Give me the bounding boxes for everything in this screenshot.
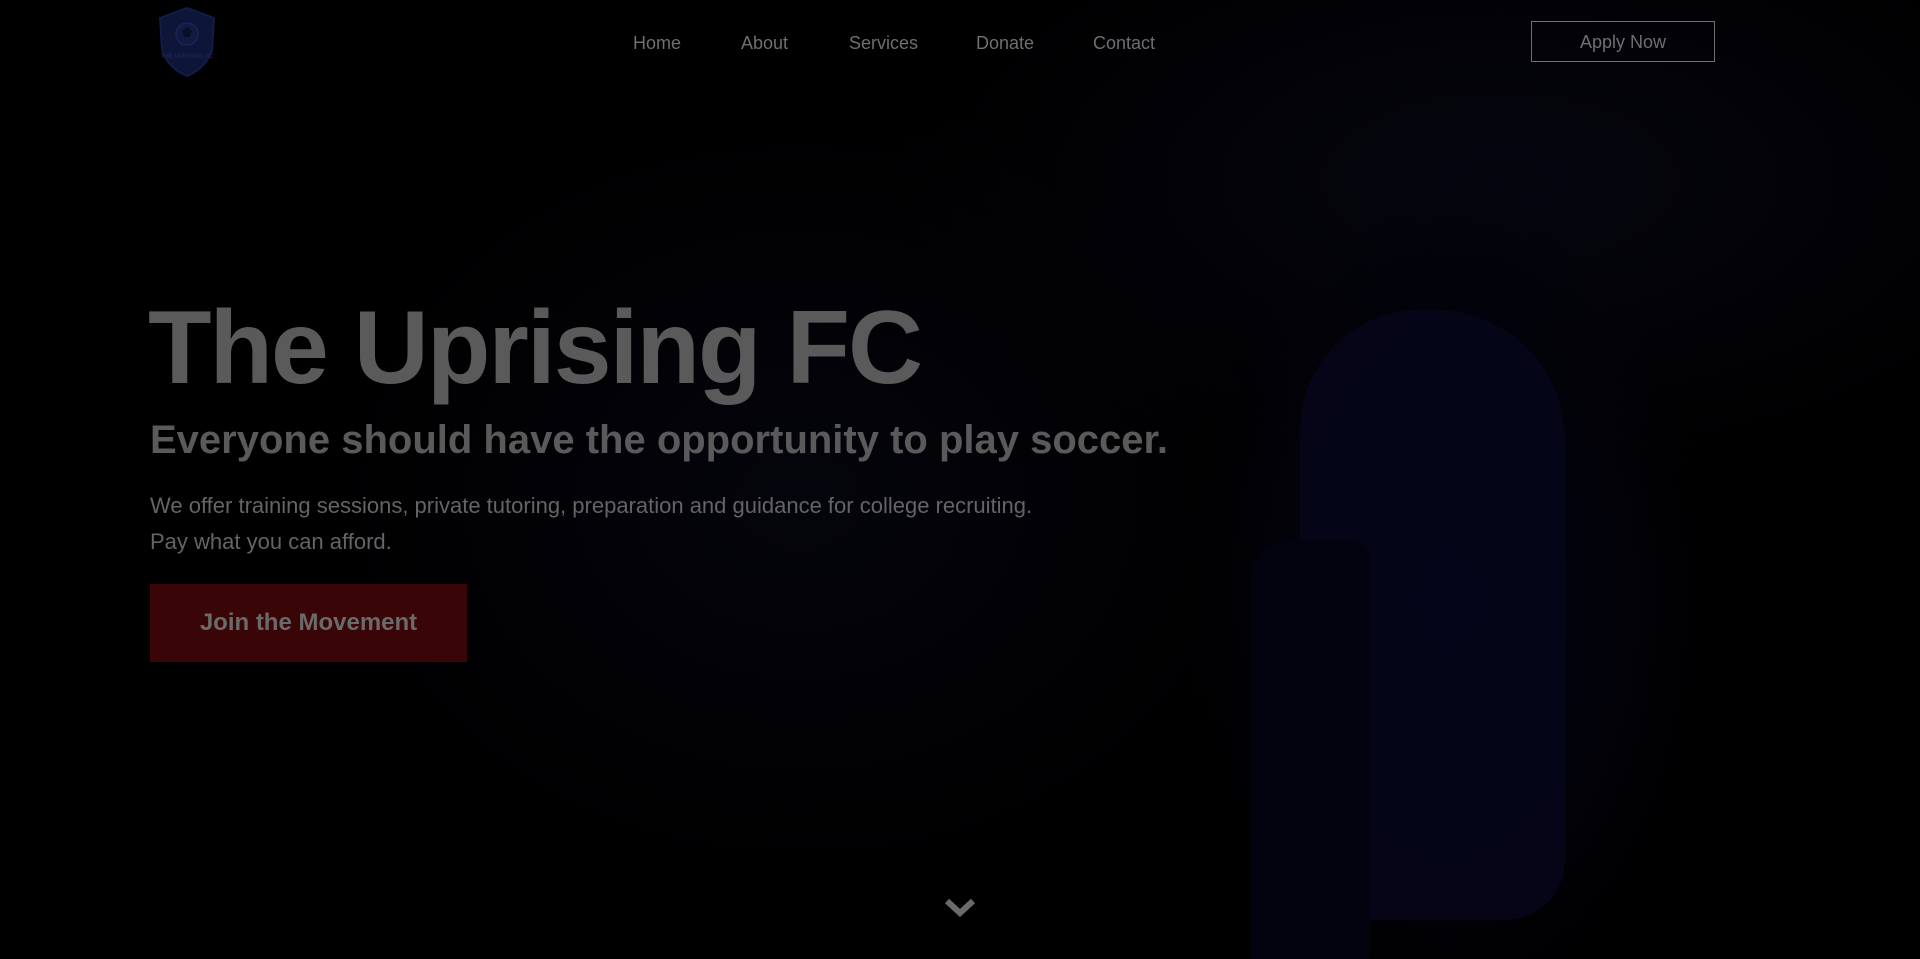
hero-subtitle: Everyone should have the opportunity to … [150, 418, 1169, 462]
hero-section: THE UPRISING FC Home About Services Dona… [0, 0, 1920, 959]
chevron-down-icon[interactable] [944, 896, 976, 920]
hero-description: We offer training sessions, private tuto… [150, 488, 1150, 560]
hero-description-line-2: Pay what you can afford. [150, 529, 392, 554]
nav-services[interactable]: Services [849, 30, 918, 56]
background-figure-shadow [1250, 540, 1370, 959]
nav-about[interactable]: About [741, 30, 788, 56]
hero-title: The Uprising FC [148, 290, 923, 406]
join-the-movement-button[interactable]: Join the Movement [150, 584, 467, 662]
nav-home[interactable]: Home [633, 30, 681, 56]
nav-donate[interactable]: Donate [976, 30, 1034, 56]
hero-description-line-1: We offer training sessions, private tuto… [150, 493, 1033, 518]
apply-now-button[interactable]: Apply Now [1531, 21, 1715, 62]
nav-contact[interactable]: Contact [1093, 30, 1155, 56]
